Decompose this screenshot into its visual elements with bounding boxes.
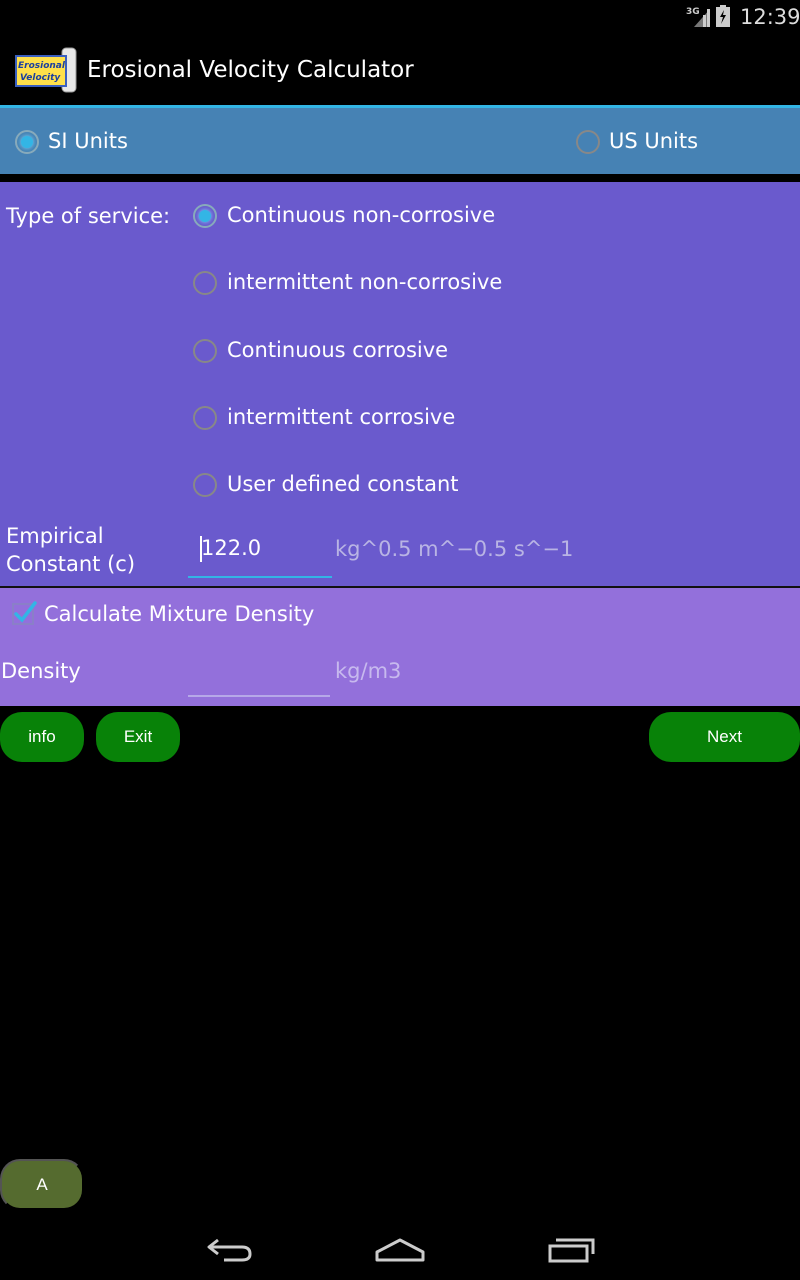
back-icon[interactable] [204, 1236, 256, 1264]
battery-icon [716, 5, 730, 27]
service-radio[interactable] [193, 204, 217, 228]
service-radio[interactable] [193, 339, 217, 363]
next-button[interactable]: Next [649, 712, 800, 762]
mixture-panel: Calculate Mixture Density Density kg/m3 [0, 588, 800, 706]
exit-button[interactable]: Exit [96, 712, 180, 762]
density-unit: kg/m3 [335, 659, 402, 683]
signal-icon: 3G [686, 7, 710, 27]
us-units-label[interactable]: US Units [609, 129, 698, 153]
action-bar: Erosional Velocity Erosional Velocity Ca… [0, 33, 800, 105]
service-panel: Type of service: Continuous non-corrosiv… [0, 182, 800, 586]
empirical-constant-unit: kg^0.5 m^−0.5 s^−1 [335, 537, 574, 561]
app-title: Erosional Velocity Calculator [87, 57, 414, 83]
density-input[interactable] [188, 650, 332, 698]
service-radio[interactable] [193, 406, 217, 430]
service-option-label[interactable]: intermittent corrosive [227, 405, 455, 429]
home-icon[interactable] [374, 1236, 426, 1264]
empirical-constant-label-line1: Empirical [6, 524, 104, 548]
input-underline [188, 576, 332, 578]
service-option-label[interactable]: Continuous non-corrosive [227, 203, 495, 227]
service-option-label[interactable]: Continuous corrosive [227, 338, 448, 362]
svg-text:Erosional: Erosional [18, 61, 66, 71]
recent-apps-icon[interactable] [546, 1236, 598, 1264]
si-units-radio[interactable] [15, 130, 39, 154]
empirical-constant-value[interactable]: 122.0 [201, 536, 261, 560]
a-button[interactable]: A [0, 1159, 84, 1210]
service-type-label: Type of service: [6, 204, 171, 228]
network-type-label: 3G [686, 7, 700, 17]
app-logo-icon: Erosional Velocity [15, 47, 77, 93]
us-units-radio[interactable] [576, 130, 600, 154]
service-radio[interactable] [193, 271, 217, 295]
svg-text:Velocity: Velocity [20, 73, 61, 83]
system-nav-bar [0, 1222, 800, 1280]
info-button[interactable]: info [0, 712, 84, 762]
clock: 12:39 [740, 5, 800, 29]
empirical-constant-label-line2: Constant (c) [6, 552, 136, 576]
units-radio-group: SI Units US Units [0, 108, 800, 174]
si-units-label[interactable]: SI Units [48, 129, 128, 153]
input-underline [188, 695, 330, 697]
service-option-label[interactable]: User defined constant [227, 472, 459, 496]
status-bar: 3G 12:39 [0, 0, 800, 33]
service-option-label[interactable]: intermittent non-corrosive [227, 270, 502, 294]
calculate-mixture-density-label[interactable]: Calculate Mixture Density [44, 602, 314, 626]
checkbox-checked-icon[interactable] [11, 600, 37, 626]
density-label: Density [1, 659, 81, 683]
service-radio[interactable] [193, 473, 217, 497]
empirical-constant-input[interactable]: 122.0 [188, 530, 332, 580]
